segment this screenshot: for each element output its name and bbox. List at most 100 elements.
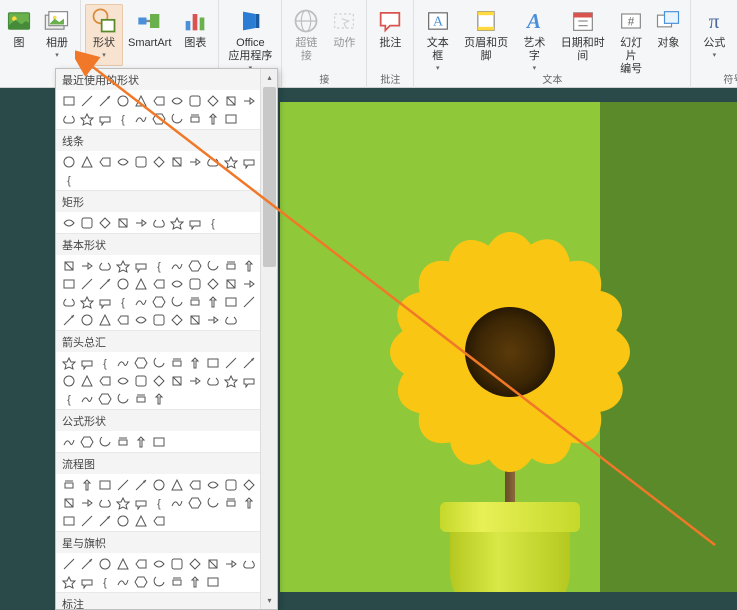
shape-item[interactable]: { (96, 354, 113, 371)
shape-item[interactable] (132, 494, 149, 511)
shape-item[interactable] (60, 214, 77, 231)
shape-item[interactable] (222, 354, 239, 371)
shape-item[interactable]: { (60, 390, 77, 407)
shape-item[interactable] (132, 390, 149, 407)
shape-item[interactable] (60, 153, 77, 170)
shape-item[interactable] (150, 92, 167, 109)
shape-item[interactable] (168, 555, 185, 572)
shape-item[interactable] (114, 275, 131, 292)
shape-item[interactable] (60, 555, 77, 572)
shape-item[interactable] (168, 153, 185, 170)
scrollbar-thumb[interactable] (263, 87, 276, 267)
shape-item[interactable] (150, 311, 167, 328)
shape-item[interactable] (186, 573, 203, 590)
shape-item[interactable] (78, 494, 95, 511)
shape-item[interactable] (78, 110, 95, 127)
shape-item[interactable] (60, 311, 77, 328)
shape-item[interactable] (114, 433, 131, 450)
hyperlink-button[interactable]: 超链接 (286, 4, 326, 66)
shape-item[interactable] (222, 293, 239, 310)
shape-item[interactable] (150, 555, 167, 572)
shape-item[interactable] (204, 110, 221, 127)
shape-item[interactable] (78, 433, 95, 450)
textbox-button[interactable]: A 文本框 ▾ (418, 4, 457, 66)
shape-item[interactable] (78, 293, 95, 310)
shape-item[interactable] (204, 153, 221, 170)
shape-item[interactable] (186, 153, 203, 170)
shape-item[interactable] (240, 494, 257, 511)
shape-item[interactable] (204, 555, 221, 572)
shape-item[interactable] (78, 512, 95, 529)
shape-item[interactable] (60, 372, 77, 389)
shape-item[interactable] (96, 555, 113, 572)
shape-item[interactable] (168, 92, 185, 109)
shape-item[interactable] (168, 372, 185, 389)
shape-item[interactable] (60, 293, 77, 310)
shape-item[interactable] (240, 354, 257, 371)
shape-item[interactable] (222, 275, 239, 292)
shape-item[interactable] (114, 476, 131, 493)
shape-item[interactable] (114, 354, 131, 371)
shape-item[interactable] (222, 257, 239, 274)
shape-item[interactable] (132, 476, 149, 493)
shapes-button[interactable]: 形状 ▾ (85, 4, 123, 66)
shape-item[interactable] (150, 153, 167, 170)
shape-item[interactable] (132, 354, 149, 371)
shape-item[interactable] (132, 92, 149, 109)
shape-item[interactable] (60, 476, 77, 493)
shape-item[interactable] (150, 354, 167, 371)
shape-item[interactable] (186, 494, 203, 511)
shape-item[interactable] (150, 372, 167, 389)
shape-item[interactable] (240, 153, 257, 170)
shape-item[interactable] (132, 372, 149, 389)
shape-item[interactable] (240, 293, 257, 310)
shape-item[interactable] (114, 512, 131, 529)
shape-item[interactable] (222, 372, 239, 389)
shape-item[interactable] (186, 275, 203, 292)
shape-item[interactable] (132, 214, 149, 231)
shape-item[interactable] (96, 512, 113, 529)
shape-item[interactable] (168, 573, 185, 590)
shape-item[interactable] (150, 573, 167, 590)
shape-item[interactable] (132, 512, 149, 529)
shape-item[interactable] (132, 311, 149, 328)
shape-item[interactable] (96, 293, 113, 310)
shape-item[interactable] (168, 354, 185, 371)
shape-item[interactable]: { (150, 257, 167, 274)
shape-item[interactable] (150, 512, 167, 529)
shape-item[interactable] (96, 476, 113, 493)
shape-item[interactable] (168, 257, 185, 274)
shape-item[interactable] (132, 293, 149, 310)
shape-item[interactable] (222, 476, 239, 493)
shape-item[interactable] (186, 293, 203, 310)
shape-item[interactable] (132, 433, 149, 450)
shape-item[interactable] (114, 372, 131, 389)
shape-item[interactable] (96, 92, 113, 109)
shape-item[interactable] (78, 555, 95, 572)
shape-item[interactable] (240, 476, 257, 493)
office-apps-button[interactable]: Office 应用程序 ▾ (223, 4, 277, 66)
shape-item[interactable] (96, 275, 113, 292)
comment-button[interactable]: 批注 (371, 4, 409, 66)
shape-item[interactable] (150, 214, 167, 231)
shape-item[interactable] (60, 257, 77, 274)
smartart-button[interactable]: SmartArt (123, 4, 176, 66)
symbol-button[interactable]: Ω 符号 (733, 4, 737, 66)
action-button[interactable]: 动作 (326, 4, 362, 66)
slide[interactable] (280, 102, 737, 592)
shape-item[interactable] (132, 573, 149, 590)
shape-item[interactable] (78, 311, 95, 328)
shape-item[interactable] (114, 92, 131, 109)
shape-item[interactable] (96, 372, 113, 389)
shape-item[interactable] (168, 293, 185, 310)
shape-item[interactable] (60, 275, 77, 292)
shape-item[interactable] (132, 257, 149, 274)
image-button[interactable]: 图 (0, 4, 38, 66)
shape-item[interactable] (222, 494, 239, 511)
shape-item[interactable] (114, 257, 131, 274)
shape-item[interactable] (78, 476, 95, 493)
shape-item[interactable]: { (114, 110, 131, 127)
shape-item[interactable] (132, 555, 149, 572)
shape-item[interactable] (222, 311, 239, 328)
shape-item[interactable] (78, 372, 95, 389)
